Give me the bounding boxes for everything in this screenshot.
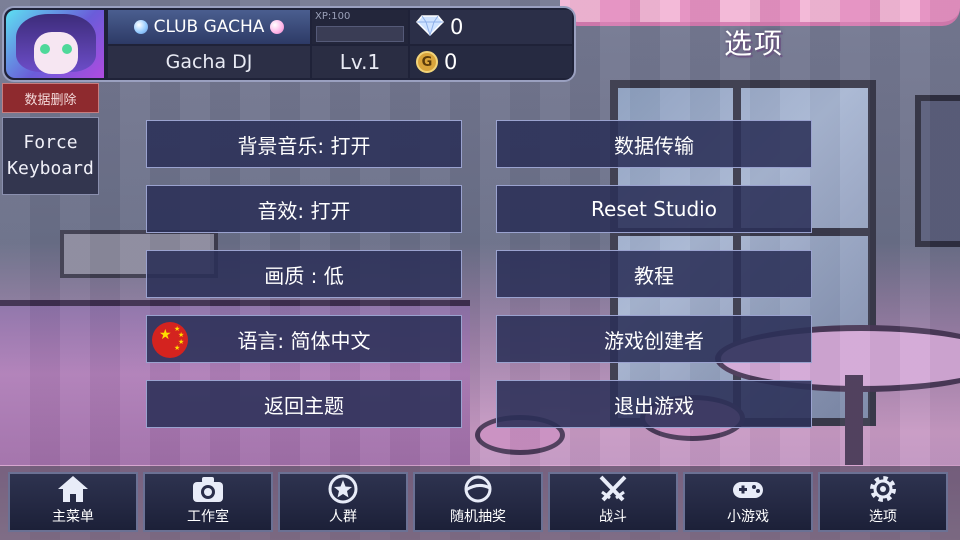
back-to-title-button[interactable]: 返回主题 [146, 380, 462, 428]
player-level: Lv.1 [312, 46, 408, 78]
orb-icon [133, 20, 148, 34]
nav-tab-minigames[interactable]: 小游戏 [683, 472, 813, 532]
nav-label: 人群 [329, 509, 357, 525]
data-transfer-label: 数据传输 [614, 133, 694, 158]
page-title: 选项 [724, 27, 785, 60]
back-to-title-label: 返回主题 [264, 393, 344, 418]
nav-tab-options[interactable]: 选项 [818, 472, 948, 532]
avatar-eye [62, 44, 72, 54]
force-keyboard-button[interactable]: Force Keyboard [2, 117, 99, 195]
sfx-toggle-button[interactable]: 音效: 打开 [146, 185, 462, 233]
nav-tab-crowd[interactable]: 人群 [278, 472, 408, 532]
club-banner: CLUB GACHA [108, 10, 310, 44]
quality-label: 画质 : 低 [264, 263, 344, 288]
orb-icon [270, 20, 285, 34]
home-icon [56, 474, 90, 504]
gold-counter: G 0 [410, 46, 572, 78]
capsule-icon [461, 474, 495, 504]
camera-icon [191, 474, 225, 504]
language-button[interactable]: ★ ★ ★ ★ ★ 语言: 简体中文 [146, 315, 462, 363]
gold-count: 0 [444, 50, 458, 74]
crossed-swords-icon [596, 474, 630, 504]
nav-label: 工作室 [187, 509, 229, 525]
bgm-label: 背景音乐: 打开 [237, 133, 371, 158]
gem-counter: 0 [410, 10, 572, 44]
bottom-nav: 主菜单 工作室 人群 随机抽奖 战斗 小游戏 选项 [0, 466, 960, 540]
star-icon [326, 474, 360, 504]
reset-studio-button[interactable]: Reset Studio [496, 185, 812, 233]
avatar[interactable] [6, 10, 104, 78]
nav-label: 战斗 [599, 509, 627, 525]
quit-game-label: 退出游戏 [614, 393, 694, 418]
diamond-icon [415, 14, 445, 41]
nav-tab-gacha[interactable]: 随机抽奖 [413, 472, 543, 532]
reset-studio-label: Reset Studio [591, 197, 717, 221]
china-flag-icon: ★ ★ ★ ★ ★ [152, 322, 188, 358]
player-header: CLUB GACHA Gacha DJ XP:100 Lv.1 0 G 0 [2, 6, 576, 82]
nav-label: 小游戏 [727, 509, 769, 525]
delete-data-button[interactable]: 数据删除 [2, 83, 99, 113]
gem-count: 0 [450, 15, 464, 39]
nav-label: 随机抽奖 [450, 509, 506, 525]
nav-tab-battle[interactable]: 战斗 [548, 472, 678, 532]
quit-game-button[interactable]: 退出游戏 [496, 380, 812, 428]
player-name: Gacha DJ [108, 46, 310, 78]
xp-label: XP:100 [315, 11, 351, 22]
tutorial-button[interactable]: 教程 [496, 250, 812, 298]
quality-button[interactable]: 画质 : 低 [146, 250, 462, 298]
nav-tab-main-menu[interactable]: 主菜单 [8, 472, 138, 532]
bgm-toggle-button[interactable]: 背景音乐: 打开 [146, 120, 462, 168]
tutorial-label: 教程 [634, 263, 674, 288]
nav-label: 选项 [869, 509, 897, 525]
language-label: 语言: 简体中文 [237, 328, 371, 353]
club-label: CLUB GACHA [153, 17, 265, 37]
xp-bar [316, 26, 404, 42]
credits-label: 游戏创建者 [604, 328, 704, 353]
avatar-eye [40, 44, 50, 54]
nav-label: 主菜单 [52, 509, 94, 525]
credits-button[interactable]: 游戏创建者 [496, 315, 812, 363]
gamepad-icon [731, 474, 765, 504]
nav-tab-studio[interactable]: 工作室 [143, 472, 273, 532]
avatar-face [34, 32, 78, 74]
gold-coin-icon: G [416, 51, 438, 73]
sfx-label: 音效: 打开 [257, 198, 351, 223]
xp-panel: XP:100 [312, 10, 408, 44]
gear-icon [866, 474, 900, 504]
data-transfer-button[interactable]: 数据传输 [496, 120, 812, 168]
